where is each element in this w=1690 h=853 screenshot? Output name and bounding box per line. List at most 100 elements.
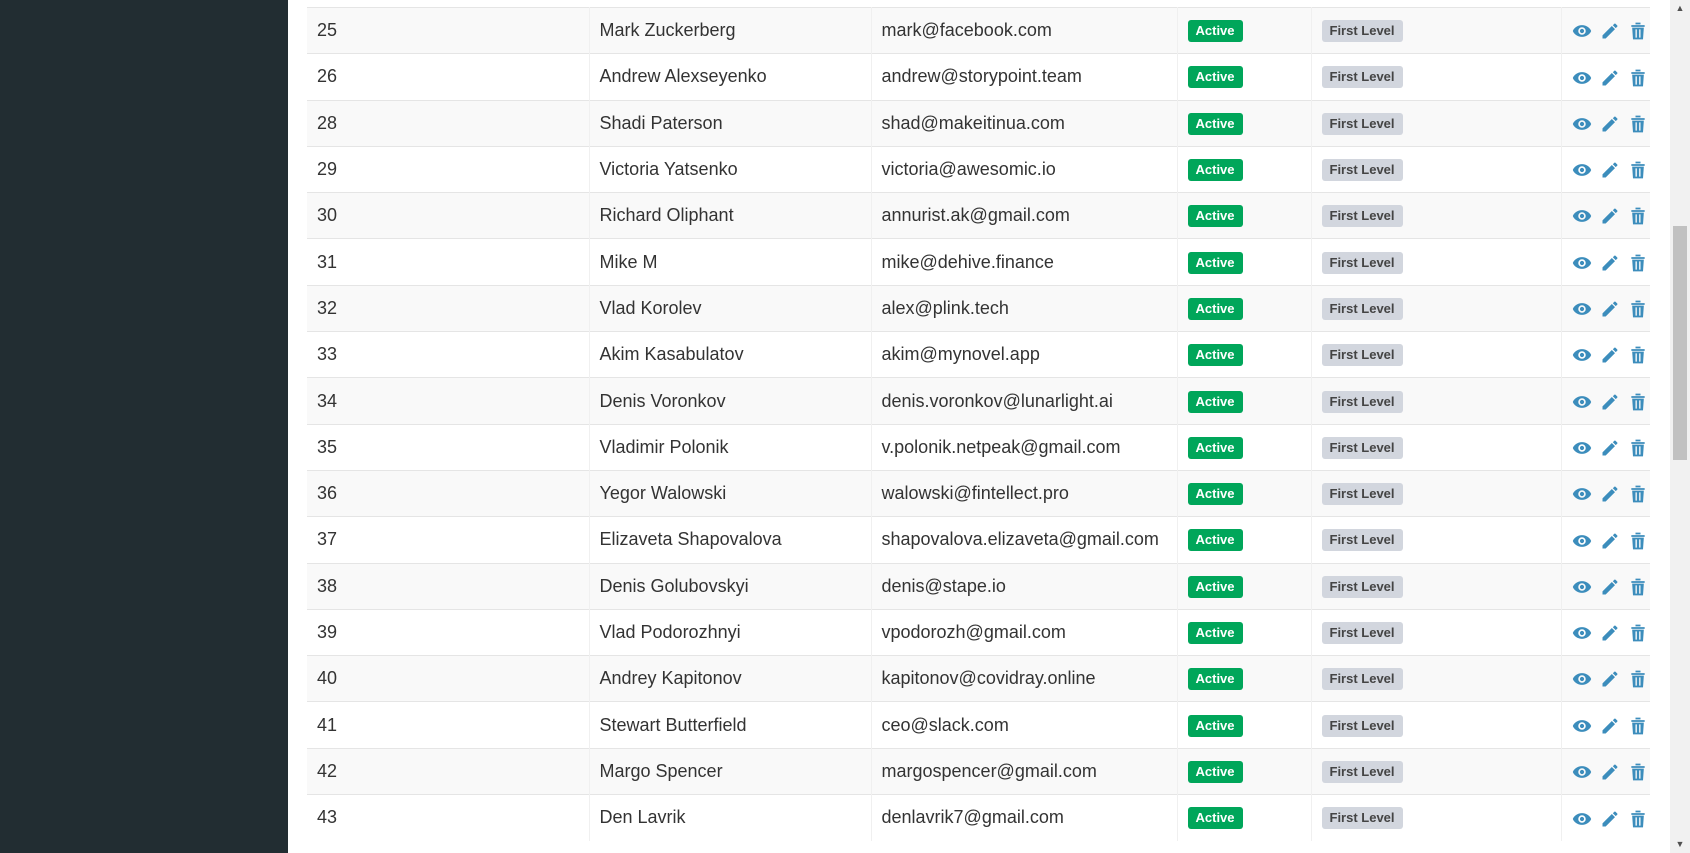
trash-icon[interactable]: [1628, 669, 1648, 689]
eye-icon[interactable]: [1572, 160, 1592, 180]
user-id: 35: [317, 436, 338, 457]
trash-icon[interactable]: [1628, 160, 1648, 180]
table-row: 38 Denis Golubovskyi denis@stape.io Acti…: [307, 562, 1650, 610]
level-badge: First Level: [1321, 668, 1403, 691]
user-status-cell: Active: [1177, 423, 1312, 471]
pencil-icon[interactable]: [1600, 484, 1620, 504]
user-email-cell: mike@dehive.finance: [871, 238, 1178, 286]
eye-icon[interactable]: [1572, 809, 1592, 829]
row-actions-cell: [1561, 53, 1650, 101]
user-email-cell: mark@facebook.com: [871, 6, 1178, 54]
row-actions-cell: [1561, 747, 1650, 795]
pencil-icon[interactable]: [1600, 345, 1620, 365]
pencil-icon[interactable]: [1600, 392, 1620, 412]
level-badge: First Level: [1321, 344, 1403, 367]
trash-icon[interactable]: [1628, 531, 1648, 551]
eye-icon[interactable]: [1572, 577, 1592, 597]
eye-icon[interactable]: [1572, 299, 1592, 319]
trash-icon[interactable]: [1628, 809, 1648, 829]
user-id: 26: [317, 66, 338, 87]
user-id-cell: 28: [307, 99, 590, 147]
status-badge: Active: [1187, 297, 1243, 320]
row-actions-cell: [1561, 145, 1650, 193]
user-name: Shadi Paterson: [599, 112, 723, 133]
pencil-icon[interactable]: [1600, 299, 1620, 319]
user-email: vpodorozh@gmail.com: [881, 622, 1066, 642]
user-email: shad@makeitinua.com: [881, 112, 1065, 133]
level-badge: First Level: [1321, 436, 1403, 459]
trash-icon[interactable]: [1628, 68, 1648, 88]
eye-icon[interactable]: [1572, 716, 1592, 736]
user-level-cell: First Level: [1311, 562, 1562, 610]
status-badge: Active: [1187, 344, 1243, 367]
eye-icon[interactable]: [1572, 21, 1592, 41]
table-row: 33 Akim Kasabulatov akim@mynovel.app Act…: [307, 331, 1650, 378]
eye-icon[interactable]: [1572, 438, 1592, 458]
user-name: Akim Kasabulatov: [599, 344, 744, 365]
trash-icon[interactable]: [1628, 253, 1648, 273]
pencil-icon[interactable]: [1600, 623, 1620, 643]
user-name: Andrew Alexseyenko: [599, 66, 767, 87]
eye-icon[interactable]: [1572, 531, 1592, 551]
row-actions-cell: [1561, 284, 1650, 332]
eye-icon[interactable]: [1572, 762, 1592, 782]
pencil-icon[interactable]: [1600, 809, 1620, 829]
user-level-cell: First Level: [1311, 516, 1562, 564]
user-id-cell: 39: [307, 608, 590, 656]
pencil-icon[interactable]: [1600, 160, 1620, 180]
user-level-cell: First Level: [1311, 701, 1562, 749]
user-level-cell: First Level: [1311, 423, 1562, 471]
user-email-cell: v.polonik.netpeak@gmail.com: [871, 423, 1178, 471]
trash-icon[interactable]: [1628, 345, 1648, 365]
scroll-up-arrow-icon[interactable]: ▲: [1670, 0, 1690, 17]
trash-icon[interactable]: [1628, 392, 1648, 412]
eye-icon[interactable]: [1572, 623, 1592, 643]
user-level-cell: First Level: [1311, 192, 1562, 239]
trash-icon[interactable]: [1628, 577, 1648, 597]
user-name-cell: Denis Golubovskyi: [589, 562, 872, 610]
table-row: 28 Shadi Paterson shad@makeitinua.com Ac…: [307, 99, 1650, 147]
user-email: ceo@slack.com: [881, 714, 1009, 735]
trash-icon[interactable]: [1628, 206, 1648, 226]
trash-icon[interactable]: [1628, 484, 1648, 504]
user-name: Denis Voronkov: [599, 390, 726, 411]
eye-icon[interactable]: [1572, 392, 1592, 412]
user-name-cell: Vladimir Polonik: [589, 423, 872, 471]
eye-icon[interactable]: [1572, 206, 1592, 226]
pencil-icon[interactable]: [1600, 68, 1620, 88]
scrollbar-thumb[interactable]: [1673, 226, 1687, 460]
scroll-down-arrow-icon[interactable]: ▼: [1670, 836, 1690, 853]
eye-icon[interactable]: [1572, 114, 1592, 134]
eye-icon[interactable]: [1572, 345, 1592, 365]
user-id: 25: [317, 20, 338, 41]
trash-icon[interactable]: [1628, 114, 1648, 134]
eye-icon[interactable]: [1572, 253, 1592, 273]
pencil-icon[interactable]: [1600, 669, 1620, 689]
user-name-cell: Akim Kasabulatov: [589, 331, 872, 378]
eye-icon[interactable]: [1572, 484, 1592, 504]
user-status-cell: Active: [1177, 377, 1312, 425]
eye-icon[interactable]: [1572, 669, 1592, 689]
trash-icon[interactable]: [1628, 716, 1648, 736]
trash-icon[interactable]: [1628, 623, 1648, 643]
user-email-cell: ceo@slack.com: [871, 701, 1178, 749]
pencil-icon[interactable]: [1600, 716, 1620, 736]
level-badge: First Level: [1321, 20, 1403, 43]
trash-icon[interactable]: [1628, 21, 1648, 41]
user-name: Denis Golubovskyi: [599, 575, 749, 596]
table-row: 31 Mike M mike@dehive.finance Active Fir…: [307, 238, 1650, 286]
user-id-cell: 35: [307, 423, 590, 471]
pencil-icon[interactable]: [1600, 531, 1620, 551]
pencil-icon[interactable]: [1600, 438, 1620, 458]
pencil-icon[interactable]: [1600, 577, 1620, 597]
vertical-scrollbar[interactable]: ▲ ▼: [1670, 0, 1690, 853]
pencil-icon[interactable]: [1600, 206, 1620, 226]
pencil-icon[interactable]: [1600, 21, 1620, 41]
pencil-icon[interactable]: [1600, 762, 1620, 782]
pencil-icon[interactable]: [1600, 253, 1620, 273]
trash-icon[interactable]: [1628, 438, 1648, 458]
trash-icon[interactable]: [1628, 762, 1648, 782]
eye-icon[interactable]: [1572, 68, 1592, 88]
trash-icon[interactable]: [1628, 299, 1648, 319]
pencil-icon[interactable]: [1600, 114, 1620, 134]
